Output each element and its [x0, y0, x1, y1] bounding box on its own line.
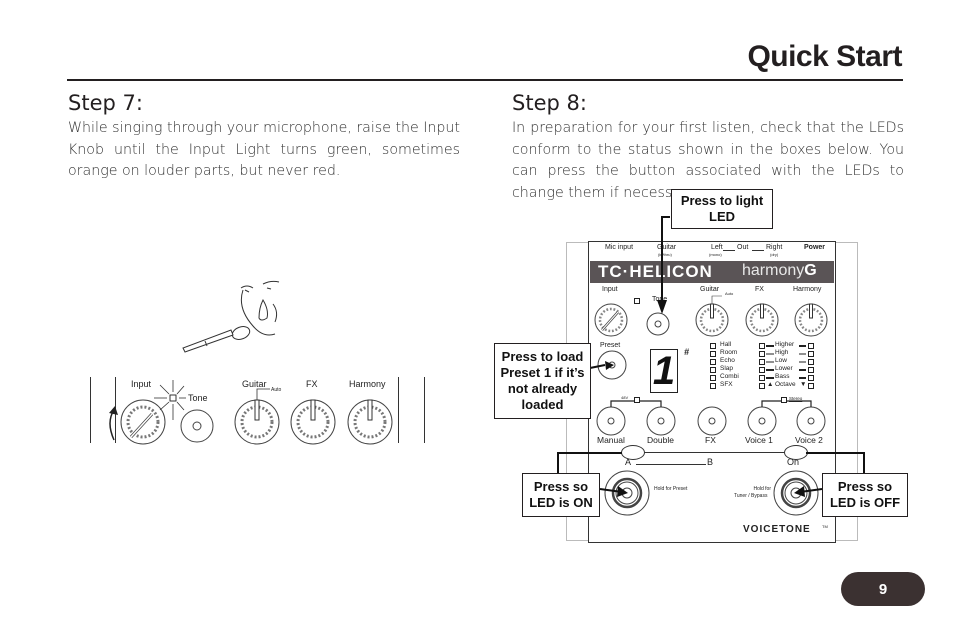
harmony-dashes	[766, 345, 806, 379]
brand-logo: TC·HELICON	[598, 262, 713, 281]
sharp-indicator: #	[684, 347, 690, 357]
device-guitar-knob[interactable]	[695, 295, 729, 337]
led-echo	[710, 359, 716, 365]
panel-edge-right	[424, 377, 425, 443]
led-combi	[710, 375, 716, 381]
footswitches	[604, 470, 819, 516]
jack-guitar-sub: (in/thru)	[658, 252, 672, 257]
label-voice2: Voice 2	[795, 435, 823, 445]
fx-type-combi: Combi	[720, 373, 739, 380]
device-input-knob[interactable]	[594, 303, 628, 337]
singer-illustration	[182, 280, 280, 353]
model-name: harmonyG	[742, 262, 817, 280]
footswitch-left[interactable]	[604, 470, 650, 516]
mouth	[258, 298, 268, 321]
device-tone-knob[interactable]	[646, 312, 670, 336]
out-line-left	[723, 250, 735, 251]
model-prefix: harmony	[742, 262, 805, 279]
header-rule	[67, 79, 903, 81]
jack-right-sub: (dry)	[770, 252, 779, 257]
ab-line	[636, 464, 706, 465]
trademark: TM	[822, 524, 828, 529]
led-stereo	[781, 397, 787, 403]
label-double: Double	[647, 435, 674, 445]
footswitch-right[interactable]	[773, 470, 819, 516]
model-suffix: G	[804, 262, 817, 279]
jack-out: Out	[737, 244, 749, 251]
fx-type-hall: Hall	[720, 341, 732, 348]
harmony-knob[interactable]	[347, 399, 393, 445]
led-hall	[710, 343, 716, 349]
label-a: A	[625, 457, 632, 467]
step7-body: While singing through your microphone, r…	[68, 120, 460, 179]
led-sfx	[710, 383, 716, 389]
voicetone-logo: VOICETONE	[743, 524, 811, 535]
button-manual[interactable]	[596, 406, 626, 436]
hold-for-line2: Tuner / Bypass	[734, 493, 768, 499]
label-on: On	[787, 457, 800, 467]
tone-knob[interactable]	[180, 409, 214, 443]
button-double[interactable]	[646, 406, 676, 436]
fx-type-echo: Echo	[720, 357, 735, 364]
fx-type-room: Room	[720, 349, 738, 356]
panel-edge-left	[90, 377, 91, 443]
preset-knob[interactable]	[597, 350, 627, 380]
microphone-icon	[182, 326, 251, 353]
hold-for-preset: Hold for Preset	[654, 486, 688, 492]
device-harmony-knob[interactable]	[794, 303, 828, 337]
fx-type-sfx: SFX	[720, 381, 733, 388]
jack-mic-input: Mic input	[605, 244, 634, 251]
input-knob[interactable]	[120, 399, 166, 445]
guitar-knob[interactable]	[234, 388, 280, 445]
page-title: Quick Start	[747, 40, 902, 73]
jack-right: Right	[766, 244, 783, 251]
jack-power: Power	[804, 244, 826, 251]
button-voice1[interactable]	[747, 406, 777, 436]
preset-display: 1	[650, 349, 678, 393]
label-stereo: Stereo	[789, 396, 803, 401]
step8-title: Step 8:	[512, 91, 587, 115]
led-room	[710, 351, 716, 357]
callout-load-preset: Press to load Preset 1 if it’s not alrea…	[494, 343, 591, 419]
page-number: 9	[841, 572, 925, 606]
fx-knob[interactable]	[290, 399, 336, 445]
jack-left-sub: (mono)	[709, 252, 722, 257]
button-fx[interactable]	[697, 406, 727, 436]
callout-led-off: Press so LED is OFF	[822, 473, 908, 517]
jack-guitar: Guitar	[657, 244, 677, 251]
callout-led-on: Press so LED is ON	[522, 473, 600, 517]
button-voice2[interactable]	[796, 406, 826, 436]
label-fx-button: FX	[705, 435, 716, 445]
turn-arrow-icon	[109, 409, 115, 441]
callout-press-to-light-led: Press to light LED	[671, 189, 773, 229]
label-voice1: Voice 1	[745, 435, 773, 445]
step7-knobs	[109, 380, 393, 445]
out-line-right	[752, 250, 764, 251]
hold-for-line1: Hold for	[753, 486, 771, 492]
label-b: B	[707, 457, 714, 467]
label-48v: 48V	[621, 395, 629, 400]
label-manual: Manual	[597, 435, 625, 445]
led-slap	[710, 367, 716, 373]
label-preset: Preset	[600, 342, 621, 349]
led-48v	[634, 397, 640, 403]
fx-type-slap: Slap	[720, 365, 734, 372]
step7-title: Step 7:	[68, 91, 143, 115]
device-fx-knob[interactable]	[745, 303, 779, 337]
jack-left: Left	[711, 244, 723, 251]
